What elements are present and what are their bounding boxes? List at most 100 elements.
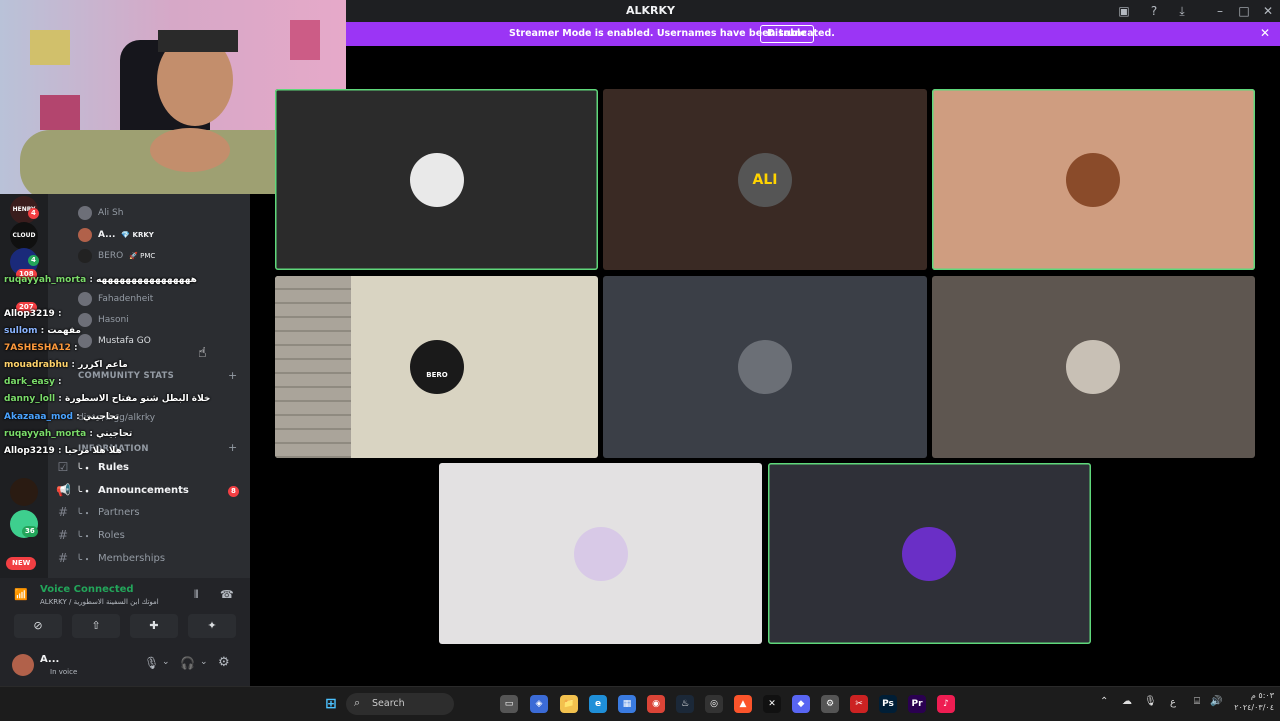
disconnect-icon[interactable]: ☎ [220, 588, 234, 601]
video-tile[interactable] [768, 463, 1091, 644]
channel-prefix: ╰・ [76, 508, 93, 520]
avatar [78, 334, 92, 348]
language-indicator[interactable]: ع [1170, 697, 1176, 708]
edge-icon[interactable]: e [589, 695, 607, 713]
chevron-up-icon[interactable]: ⌃ [1100, 696, 1108, 707]
cloud-icon[interactable]: ☁ [1122, 696, 1132, 707]
tiktok-icon[interactable]: ♪ [937, 695, 955, 713]
channel-roles[interactable]: # ╰・ Roles [56, 525, 246, 545]
noise-suppression-icon[interactable]: ⫴ [194, 588, 199, 602]
chat-user: Allop3219 [4, 446, 55, 456]
microphone-icon[interactable]: 🎙 [1144, 696, 1157, 707]
maximize-icon[interactable]: □ [1236, 3, 1252, 19]
add-channel-icon[interactable]: + [228, 441, 237, 454]
snip-icon[interactable]: ✂ [850, 695, 868, 713]
minimize-icon[interactable]: – [1212, 3, 1228, 19]
server-new-badge[interactable]: NEW [6, 557, 37, 570]
taskbar: ⊞ ⌕ Search ▭ ◈ 📁 e ▦ ◉ ♨ ◎ ▲ ✕ ◆ ⚙ ✂ Ps Pr ♪ ⌃ ☁ 🎙 ع … [0, 686, 1280, 721]
chat-line: Allop3219 : [4, 309, 62, 319]
activities-button[interactable]: ✚ [130, 614, 178, 638]
task-view-icon[interactable]: ▭ [500, 695, 518, 713]
member-name: Ali Sh [98, 208, 124, 218]
chat-text: هلا هلا مرحبا [64, 446, 122, 456]
video-tile[interactable] [439, 463, 762, 644]
capcut-icon[interactable]: ✕ [763, 695, 781, 713]
help-icon[interactable]: ? [1146, 3, 1162, 19]
taskbar-search[interactable]: ⌕ Search [346, 693, 454, 715]
server-badge: 4 [28, 255, 39, 266]
video-tile[interactable] [932, 89, 1255, 270]
volume-icon[interactable]: 🔊 [1210, 696, 1222, 707]
obs-icon[interactable]: ◎ [705, 695, 723, 713]
chat-line: 7ASHESHA12 : [4, 343, 78, 353]
channel-name: Partners [98, 506, 140, 518]
channel-memberships[interactable]: # ╰・ Memberships [56, 548, 246, 568]
settings-icon[interactable]: ⚙ [821, 695, 839, 713]
channel-name: Announcements [98, 484, 189, 496]
category-community-stats[interactable]: COMMUNITY STATS [78, 371, 174, 381]
soundboard-button[interactable]: ✦ [188, 614, 236, 638]
voice-panel: 📶 Voice Connected ALKRKY / اموتك ابن الس… [0, 578, 250, 686]
add-channel-icon[interactable]: + [228, 369, 237, 382]
channel-partners[interactable]: # ╰・ Partners [56, 502, 246, 522]
gear-icon[interactable]: ⚙ [218, 655, 230, 670]
avatar-label: ALI [752, 172, 778, 188]
member-item[interactable]: Fahadenheit [78, 290, 153, 308]
clock-time[interactable]: ٥:٠٣ م [1228, 691, 1274, 700]
steam-icon[interactable]: ♨ [676, 695, 694, 713]
voice-status[interactable]: Voice Connected [40, 584, 134, 595]
download-icon[interactable]: ⤓ [1174, 3, 1190, 19]
screen-share-button[interactable]: ⇧ [72, 614, 120, 638]
server-icon[interactable]: CLOUD [10, 222, 38, 250]
hash-icon: # [57, 505, 69, 519]
video-tile[interactable] [932, 276, 1255, 458]
member-item[interactable]: Ali Sh [78, 204, 123, 222]
channel-announcements[interactable]: 📢 ╰・ Announcements [56, 480, 246, 500]
user-name: A... [40, 654, 60, 665]
member-item[interactable]: A... 💎 KRKY [78, 226, 154, 244]
photoshop-icon[interactable]: Ps [879, 695, 897, 713]
camera-button[interactable]: ⊘ [14, 614, 62, 638]
headphones-icon[interactable]: 🎧 [180, 656, 195, 670]
chevron-down-icon[interactable]: ⌄ [162, 657, 170, 667]
user-panel: A... In voice 🎙 ⌄ 🎧 ⌄ ⚙ [0, 646, 250, 686]
channel-rules[interactable]: ☑ ╰・ Rules [56, 457, 246, 477]
channel-name: Memberships [98, 552, 166, 564]
video-tile[interactable]: BERO [275, 276, 598, 458]
hash-icon: # [57, 528, 69, 542]
discord-icon[interactable]: ◆ [792, 695, 810, 713]
member-name: Mustafa GO [98, 336, 151, 346]
channel-name: Roles [98, 529, 125, 541]
premiere-icon[interactable]: Pr [908, 695, 926, 713]
member-tag: 💎 KRKY [121, 231, 154, 239]
voice-channel[interactable]: ALKRKY / اموتك ابن السفينة الاسطورية [40, 598, 159, 606]
store-icon[interactable]: ▦ [618, 695, 636, 713]
microphone-icon[interactable]: 🎙 [144, 656, 159, 670]
close-banner-icon[interactable]: ✕ [1260, 26, 1270, 40]
server-label: CLOUD [12, 232, 36, 239]
video-tile[interactable]: ALI [603, 89, 927, 270]
chevron-down-icon[interactable]: ⌄ [200, 657, 208, 667]
video-tile[interactable] [603, 276, 927, 458]
close-window-icon[interactable]: ✕ [1260, 3, 1276, 19]
file-explorer-icon[interactable]: 📁 [560, 695, 578, 713]
member-item[interactable]: BERO 🚀 PMC [78, 247, 155, 265]
copilot-icon[interactable]: ◈ [530, 695, 548, 713]
user-avatar[interactable] [12, 654, 34, 676]
avatar-label: BERO [426, 371, 448, 379]
search-label: Search [372, 698, 405, 709]
member-item[interactable]: Mustafa GO [78, 332, 151, 350]
server-icon[interactable] [10, 478, 38, 506]
clock-date[interactable]: ٢٠٢٤/٠٣/٠٤ [1228, 703, 1274, 712]
screen-share-icon[interactable]: ▣ [1116, 3, 1132, 19]
rules-icon: ☑ [57, 460, 69, 474]
windows-start-icon[interactable]: ⊞ [322, 695, 340, 713]
chrome-icon[interactable]: ◉ [647, 695, 665, 713]
disable-button[interactable]: Disable [760, 25, 814, 43]
chat-line: sullom : مفهمت [4, 326, 81, 336]
participant-avatar [902, 527, 956, 581]
member-item[interactable]: Hasoni [78, 311, 129, 329]
network-icon[interactable]: ⌸ [1194, 696, 1200, 707]
video-tile[interactable] [275, 89, 598, 270]
brave-icon[interactable]: ▲ [734, 695, 752, 713]
